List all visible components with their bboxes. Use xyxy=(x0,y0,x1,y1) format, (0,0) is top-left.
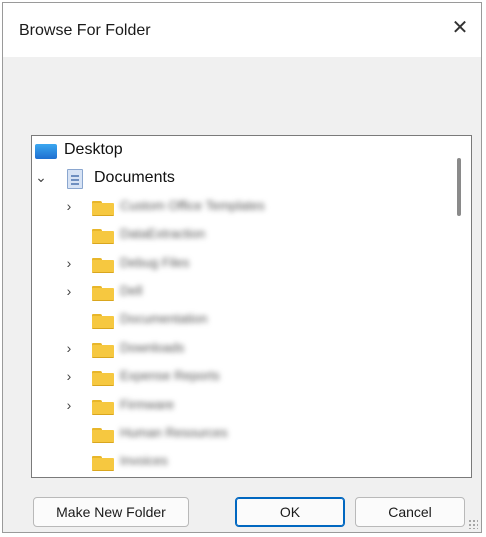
chevron-right-icon[interactable]: › xyxy=(62,283,76,299)
folder-icon xyxy=(92,314,114,330)
folder-icon xyxy=(92,229,114,245)
desktop-icon xyxy=(35,144,57,159)
tree-item[interactable]: ⌄ Documents xyxy=(32,165,452,193)
tree-item[interactable]: DataExtraction xyxy=(32,222,452,250)
folder-icon xyxy=(92,399,114,415)
tree-item-label: Downloads xyxy=(120,339,185,355)
make-new-folder-button[interactable]: Make New Folder xyxy=(33,497,189,527)
ok-button[interactable]: OK xyxy=(235,497,345,527)
resize-grip[interactable] xyxy=(468,519,478,529)
tree-item[interactable]: › Debug Files xyxy=(32,251,452,279)
title-bar: Browse For Folder ✕ xyxy=(3,3,481,57)
tree-item[interactable]: › Firmware xyxy=(32,393,452,421)
tree-item-label: Desktop xyxy=(64,141,123,158)
scrollbar-thumb[interactable] xyxy=(457,158,461,216)
cancel-button[interactable]: Cancel xyxy=(355,497,465,527)
tree-item-label: Documents xyxy=(94,169,175,187)
chevron-right-icon[interactable]: › xyxy=(62,368,76,384)
folder-icon xyxy=(92,428,114,443)
tree-item[interactable]: Human Resources xyxy=(32,421,452,449)
tree-item-label: Human Resources xyxy=(120,425,228,440)
tree-item-label: DataExtraction xyxy=(120,226,206,242)
folder-icon xyxy=(92,456,114,472)
chevron-right-icon[interactable]: › xyxy=(62,255,76,271)
folder-icon xyxy=(92,342,114,358)
tree-item[interactable]: › Dell xyxy=(32,279,452,307)
tree-item[interactable]: Invoices xyxy=(32,449,452,477)
dialog-title: Browse For Folder xyxy=(19,22,151,39)
tree-item[interactable]: Desktop xyxy=(32,137,452,165)
tree-item-label: Expense Reports xyxy=(120,368,220,384)
tree-item-label: Debug Files xyxy=(120,254,190,270)
tree-item-label: Dell xyxy=(120,283,143,298)
tree-item[interactable]: Documentation xyxy=(32,307,452,335)
chevron-right-icon[interactable]: › xyxy=(62,198,76,214)
documents-icon xyxy=(67,169,83,190)
browse-for-folder-dialog: Browse For Folder ✕ Desktop ⌄ Documents › Cu… xyxy=(2,2,482,533)
tree-item-label: Documentation xyxy=(120,311,208,327)
folder-icon xyxy=(92,200,114,216)
close-icon[interactable]: ✕ xyxy=(445,13,475,43)
tree-item[interactable]: › Downloads xyxy=(32,336,452,364)
tree-item-label: Invoices xyxy=(120,453,168,469)
chevron-right-icon[interactable]: › xyxy=(62,340,76,356)
tree-item[interactable]: › Expense Reports xyxy=(32,364,452,392)
chevron-right-icon[interactable]: › xyxy=(62,397,76,413)
folder-icon xyxy=(92,371,114,387)
tree-item[interactable]: › Custom Office Templates xyxy=(32,194,452,222)
folder-icon xyxy=(92,286,114,301)
folder-icon xyxy=(92,257,114,273)
folder-tree[interactable]: Desktop ⌄ Documents › Custom Office Template… xyxy=(31,135,472,478)
tree-item-label: Custom Office Templates xyxy=(120,197,265,213)
tree-item-label: Firmware xyxy=(120,396,175,412)
chevron-down-icon[interactable]: ⌄ xyxy=(34,169,48,186)
